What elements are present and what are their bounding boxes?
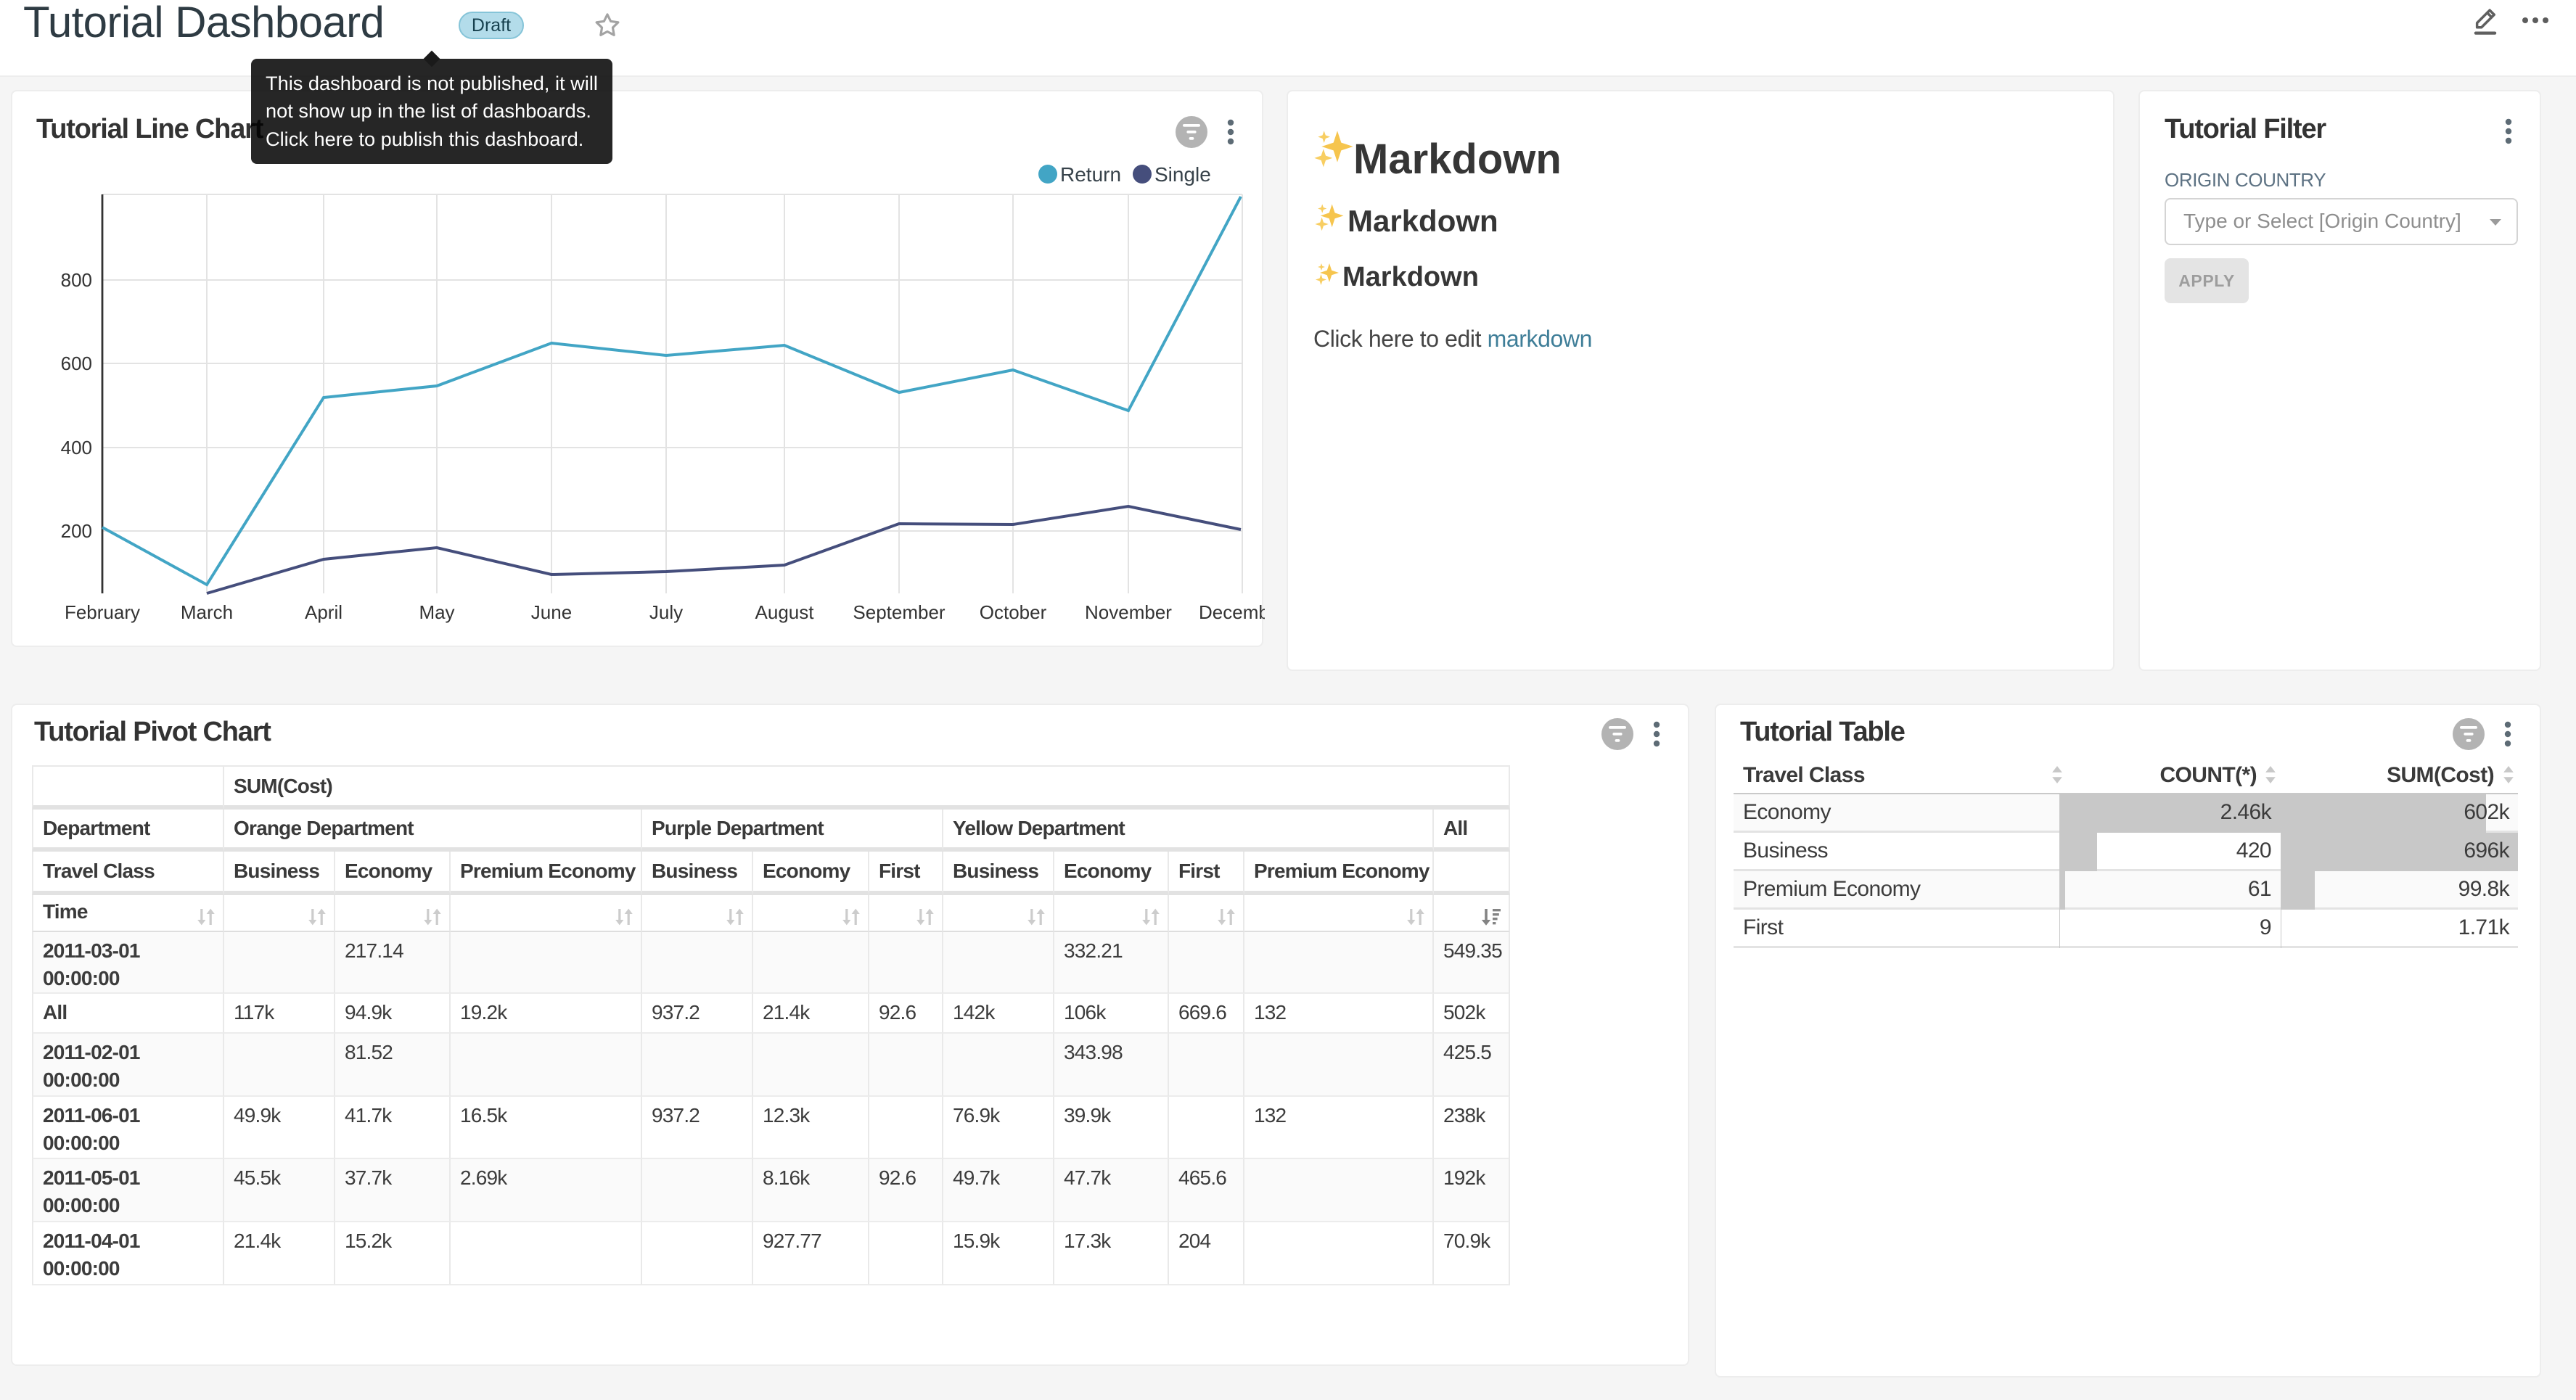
svg-text:800: 800 [61, 269, 92, 291]
svg-text:March: March [181, 601, 233, 623]
svg-text:November: November [1085, 601, 1172, 623]
svg-text:October: October [980, 601, 1047, 623]
svg-text:Single: Single [1154, 163, 1211, 186]
svg-text:December: December [1199, 601, 1265, 623]
svg-text:400: 400 [61, 437, 92, 458]
svg-text:Return: Return [1060, 163, 1121, 186]
svg-text:June: June [531, 601, 572, 623]
svg-text:600: 600 [61, 353, 92, 374]
svg-text:February: February [65, 601, 140, 623]
svg-text:May: May [419, 601, 454, 623]
svg-text:April: April [305, 601, 342, 623]
svg-text:200: 200 [61, 520, 92, 542]
svg-text:September: September [853, 601, 946, 623]
svg-text:July: July [649, 601, 683, 623]
svg-text:August: August [755, 601, 815, 623]
